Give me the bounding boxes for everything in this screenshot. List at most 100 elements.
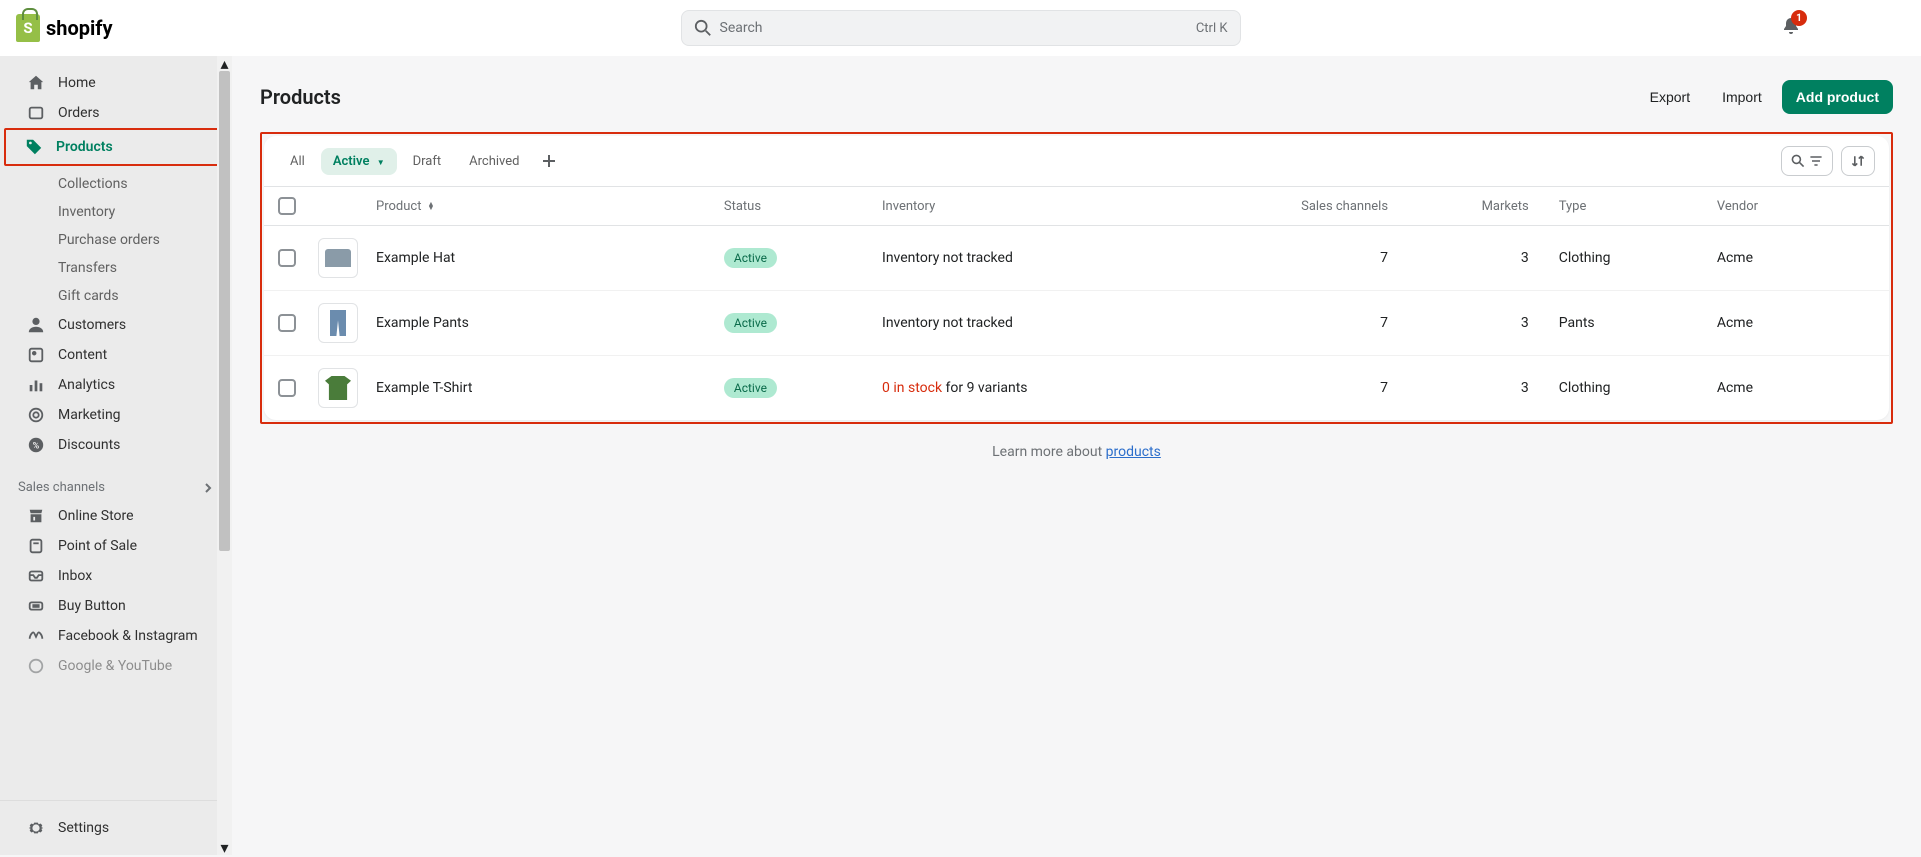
products-highlight: Products	[4, 128, 226, 166]
search-icon	[694, 19, 712, 37]
nav-collections[interactable]: Collections	[8, 170, 224, 198]
sort-icon	[1850, 153, 1866, 169]
search-shortcut: Ctrl K	[1196, 21, 1228, 36]
nav-purchase-orders[interactable]: Purchase orders	[8, 226, 224, 254]
tab-draft[interactable]: Draft	[401, 148, 454, 175]
table-row[interactable]: Example Hat Active Inventory not tracked…	[264, 226, 1889, 291]
search-icon	[1790, 153, 1806, 169]
sales-channels-heading: Sales channels	[0, 474, 232, 501]
nav-inbox[interactable]: Inbox	[8, 561, 224, 591]
product-name[interactable]: Example T-Shirt	[376, 380, 724, 396]
export-button[interactable]: Export	[1638, 81, 1702, 113]
nav-gift-cards[interactable]: Gift cards	[8, 282, 224, 310]
product-name[interactable]: Example Pants	[376, 315, 724, 331]
search-input[interactable]: Search Ctrl K	[681, 10, 1241, 46]
nav-google-youtube[interactable]: Google & YouTube	[8, 651, 224, 681]
tab-active[interactable]: Active ▼	[321, 148, 397, 175]
filter-icon	[1808, 153, 1824, 169]
import-button[interactable]: Import	[1710, 81, 1774, 113]
sidebar-scrollbar[interactable]: ▴ ▾	[217, 56, 232, 855]
row-checkbox[interactable]	[278, 249, 296, 267]
learn-more-footer: Learn more about products	[260, 424, 1893, 464]
inventory-rest: for 9 variants	[942, 380, 1027, 396]
products-help-link[interactable]: products	[1106, 444, 1161, 460]
nav-settings[interactable]: Settings	[8, 813, 224, 843]
table-row[interactable]: Example T-Shirt Active 0 in stock for 9 …	[264, 356, 1889, 420]
svg-text:%: %	[33, 442, 40, 452]
nav-products[interactable]: Products	[6, 132, 224, 162]
content-icon	[26, 346, 46, 364]
meta-icon	[26, 627, 46, 645]
tab-all[interactable]: All	[278, 148, 317, 175]
google-icon	[26, 657, 46, 675]
nav-inventory[interactable]: Inventory	[8, 198, 224, 226]
add-view-button[interactable]	[535, 147, 563, 175]
nav-pos[interactable]: Point of Sale	[8, 531, 224, 561]
table-highlight: All Active ▼ Draft Archived	[260, 132, 1893, 424]
inbox-icon	[26, 567, 46, 585]
column-product[interactable]: Product ▲▼	[376, 199, 724, 214]
product-vendor: Acme	[1717, 380, 1875, 396]
status-badge: Active	[724, 248, 777, 268]
sort-button[interactable]	[1841, 146, 1875, 176]
nav-home[interactable]: Home	[8, 68, 224, 98]
nav-analytics[interactable]: Analytics	[8, 370, 224, 400]
product-type: Clothing	[1559, 380, 1717, 396]
nav-customers[interactable]: Customers	[8, 310, 224, 340]
inventory-text: Inventory not tracked	[882, 250, 1013, 266]
markets-count: 3	[1418, 380, 1559, 396]
nav-buy-button[interactable]: Buy Button	[8, 591, 224, 621]
nav-facebook-instagram[interactable]: Facebook & Instagram	[8, 621, 224, 651]
buy-button-icon	[26, 597, 46, 615]
nav-online-store[interactable]: Online Store	[8, 501, 224, 531]
analytics-icon	[26, 376, 46, 394]
status-badge: Active	[724, 378, 777, 398]
inventory-warning: 0 in stock	[882, 380, 942, 396]
store-icon	[26, 507, 46, 525]
page-title: Products	[260, 85, 341, 109]
person-icon	[26, 316, 46, 334]
status-badge: Active	[724, 313, 777, 333]
select-all-checkbox[interactable]	[278, 197, 296, 215]
orders-icon	[26, 104, 46, 122]
nav-content[interactable]: Content	[8, 340, 224, 370]
chevron-right-icon[interactable]	[202, 482, 214, 494]
product-thumbnail	[318, 368, 358, 408]
row-checkbox[interactable]	[278, 379, 296, 397]
nav-orders[interactable]: Orders	[8, 98, 224, 128]
channels-count: 7	[1230, 315, 1418, 331]
top-bar: S shopify Search Ctrl K 1	[0, 0, 1921, 56]
scrollbar-thumb[interactable]	[219, 71, 230, 551]
nav-transfers[interactable]: Transfers	[8, 254, 224, 282]
product-name[interactable]: Example Hat	[376, 250, 724, 266]
shopify-bag-icon: S	[16, 14, 40, 42]
search-filter-button[interactable]	[1781, 146, 1833, 176]
plus-icon	[542, 154, 556, 168]
channels-count: 7	[1230, 250, 1418, 266]
sort-indicator-icon: ▲▼	[427, 202, 434, 210]
product-type: Pants	[1559, 315, 1717, 331]
column-channels: Sales channels	[1230, 199, 1418, 214]
table-row[interactable]: Example Pants Active Inventory not track…	[264, 291, 1889, 356]
nav-marketing[interactable]: Marketing	[8, 400, 224, 430]
nav-discounts[interactable]: % Discounts	[8, 430, 224, 460]
notification-count: 1	[1791, 10, 1807, 26]
channels-count: 7	[1230, 380, 1418, 396]
row-checkbox[interactable]	[278, 314, 296, 332]
tab-archived[interactable]: Archived	[457, 148, 531, 175]
notifications-button[interactable]: 1	[1781, 16, 1801, 40]
home-icon	[26, 74, 46, 92]
product-vendor: Acme	[1717, 315, 1875, 331]
pos-icon	[26, 537, 46, 555]
add-product-button[interactable]: Add product	[1782, 80, 1893, 114]
scroll-up-arrow-icon[interactable]: ▴	[217, 56, 232, 71]
column-vendor: Vendor	[1717, 199, 1875, 214]
product-thumbnail	[318, 303, 358, 343]
logo[interactable]: S shopify	[16, 14, 113, 42]
marketing-icon	[26, 406, 46, 424]
markets-count: 3	[1418, 315, 1559, 331]
search-placeholder: Search	[720, 20, 1196, 36]
column-inventory: Inventory	[882, 199, 1230, 214]
scroll-down-arrow-icon[interactable]: ▾	[217, 840, 232, 855]
chevron-down-icon: ▼	[377, 158, 385, 167]
